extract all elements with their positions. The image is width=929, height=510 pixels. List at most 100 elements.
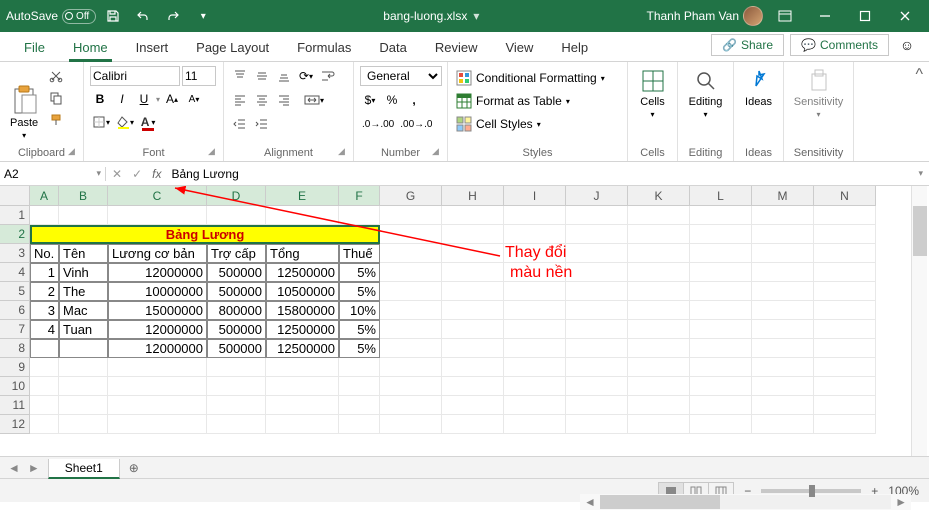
cell[interactable] bbox=[628, 301, 690, 320]
cell[interactable] bbox=[566, 339, 628, 358]
cell[interactable] bbox=[690, 339, 752, 358]
horizontal-scrollbar[interactable]: ◄ ► bbox=[580, 494, 911, 510]
cell[interactable] bbox=[207, 415, 266, 434]
cell[interactable] bbox=[566, 206, 628, 225]
cell[interactable] bbox=[690, 244, 752, 263]
cell[interactable] bbox=[628, 339, 690, 358]
cell[interactable] bbox=[752, 320, 814, 339]
bold-button[interactable]: B bbox=[90, 89, 110, 109]
merge-center-button[interactable]: ▾ bbox=[302, 90, 326, 110]
cell[interactable] bbox=[380, 396, 442, 415]
cells-button[interactable]: Cells▾ bbox=[634, 66, 671, 121]
cell[interactable] bbox=[207, 206, 266, 225]
cell[interactable]: Bảng Lương bbox=[30, 225, 380, 244]
cell[interactable] bbox=[566, 358, 628, 377]
cell[interactable] bbox=[30, 377, 59, 396]
cell[interactable] bbox=[30, 415, 59, 434]
col-header-G[interactable]: G bbox=[380, 186, 442, 206]
enter-formula-icon[interactable]: ✓ bbox=[132, 167, 142, 181]
cell[interactable] bbox=[442, 282, 504, 301]
cell[interactable]: 2 bbox=[30, 282, 59, 301]
cell[interactable] bbox=[814, 396, 876, 415]
col-header-L[interactable]: L bbox=[690, 186, 752, 206]
cell[interactable] bbox=[30, 339, 59, 358]
cell[interactable] bbox=[752, 301, 814, 320]
name-box[interactable]: ▾ bbox=[0, 167, 106, 181]
cell[interactable] bbox=[442, 396, 504, 415]
cell[interactable] bbox=[266, 415, 339, 434]
cell[interactable]: 500000 bbox=[207, 320, 266, 339]
cell[interactable] bbox=[207, 396, 266, 415]
font-launcher-icon[interactable]: ◢ bbox=[208, 146, 220, 158]
cell[interactable] bbox=[752, 358, 814, 377]
cell[interactable] bbox=[690, 225, 752, 244]
cell[interactable] bbox=[628, 263, 690, 282]
align-bottom-button[interactable] bbox=[274, 66, 294, 86]
cell[interactable] bbox=[108, 358, 207, 377]
cell[interactable] bbox=[566, 396, 628, 415]
col-header-J[interactable]: J bbox=[566, 186, 628, 206]
row-header-4[interactable]: 4 bbox=[0, 263, 30, 282]
grow-font-button[interactable]: A▴ bbox=[162, 89, 182, 109]
cell[interactable]: 15800000 bbox=[266, 301, 339, 320]
cell[interactable] bbox=[566, 377, 628, 396]
tab-home[interactable]: Home bbox=[59, 34, 122, 61]
col-header-I[interactable]: I bbox=[504, 186, 566, 206]
minimize-icon[interactable] bbox=[807, 2, 843, 30]
cell[interactable] bbox=[566, 282, 628, 301]
tab-insert[interactable]: Insert bbox=[122, 34, 183, 61]
expand-formula-icon[interactable]: ▾ bbox=[912, 168, 929, 179]
autosave-toggle[interactable]: Off bbox=[62, 9, 96, 24]
cell[interactable] bbox=[690, 301, 752, 320]
tab-data[interactable]: Data bbox=[365, 34, 420, 61]
cell[interactable]: 800000 bbox=[207, 301, 266, 320]
cell[interactable] bbox=[504, 320, 566, 339]
cell[interactable] bbox=[30, 358, 59, 377]
cell[interactable] bbox=[59, 358, 108, 377]
feedback-icon[interactable]: ☺ bbox=[895, 33, 919, 57]
number-launcher-icon[interactable]: ◢ bbox=[432, 146, 444, 158]
cell[interactable] bbox=[752, 206, 814, 225]
cell[interactable] bbox=[30, 206, 59, 225]
tab-help[interactable]: Help bbox=[547, 34, 602, 61]
cell[interactable] bbox=[814, 301, 876, 320]
increase-decimal-button[interactable]: .0→.00 bbox=[360, 114, 396, 134]
undo-icon[interactable] bbox=[130, 3, 156, 29]
cell[interactable] bbox=[752, 263, 814, 282]
formula-input[interactable] bbox=[167, 167, 912, 181]
cell[interactable] bbox=[266, 396, 339, 415]
col-header-C[interactable]: C bbox=[108, 186, 207, 206]
close-icon[interactable] bbox=[887, 2, 923, 30]
format-as-table-button[interactable]: Format as Table▾ bbox=[454, 91, 624, 111]
cell[interactable]: 12500000 bbox=[266, 320, 339, 339]
row-header-2[interactable]: 2 bbox=[0, 225, 30, 244]
cell[interactable] bbox=[628, 377, 690, 396]
decrease-decimal-button[interactable]: .00→.0 bbox=[398, 114, 434, 134]
cell[interactable] bbox=[380, 415, 442, 434]
cell[interactable] bbox=[504, 377, 566, 396]
cell[interactable] bbox=[380, 225, 442, 244]
cell[interactable]: The bbox=[59, 282, 108, 301]
cell[interactable] bbox=[566, 244, 628, 263]
cell[interactable] bbox=[628, 282, 690, 301]
wrap-text-button[interactable] bbox=[318, 66, 338, 86]
cell[interactable] bbox=[504, 358, 566, 377]
comma-button[interactable]: , bbox=[404, 90, 424, 110]
cell[interactable] bbox=[442, 358, 504, 377]
accounting-button[interactable]: $▾ bbox=[360, 90, 380, 110]
zoom-slider[interactable] bbox=[761, 489, 861, 493]
cell[interactable]: 10000000 bbox=[108, 282, 207, 301]
cell[interactable] bbox=[628, 225, 690, 244]
cell[interactable]: 12000000 bbox=[108, 339, 207, 358]
cell[interactable] bbox=[504, 415, 566, 434]
cell[interactable]: 5% bbox=[339, 282, 380, 301]
tab-page-layout[interactable]: Page Layout bbox=[182, 34, 283, 61]
cell[interactable]: 5% bbox=[339, 320, 380, 339]
cell[interactable] bbox=[566, 415, 628, 434]
cell[interactable] bbox=[814, 244, 876, 263]
cell[interactable] bbox=[59, 206, 108, 225]
row-header-10[interactable]: 10 bbox=[0, 377, 30, 396]
cell-styles-button[interactable]: Cell Styles▾ bbox=[454, 114, 624, 134]
select-all-corner[interactable] bbox=[0, 186, 30, 206]
font-name-combo[interactable] bbox=[90, 66, 180, 86]
